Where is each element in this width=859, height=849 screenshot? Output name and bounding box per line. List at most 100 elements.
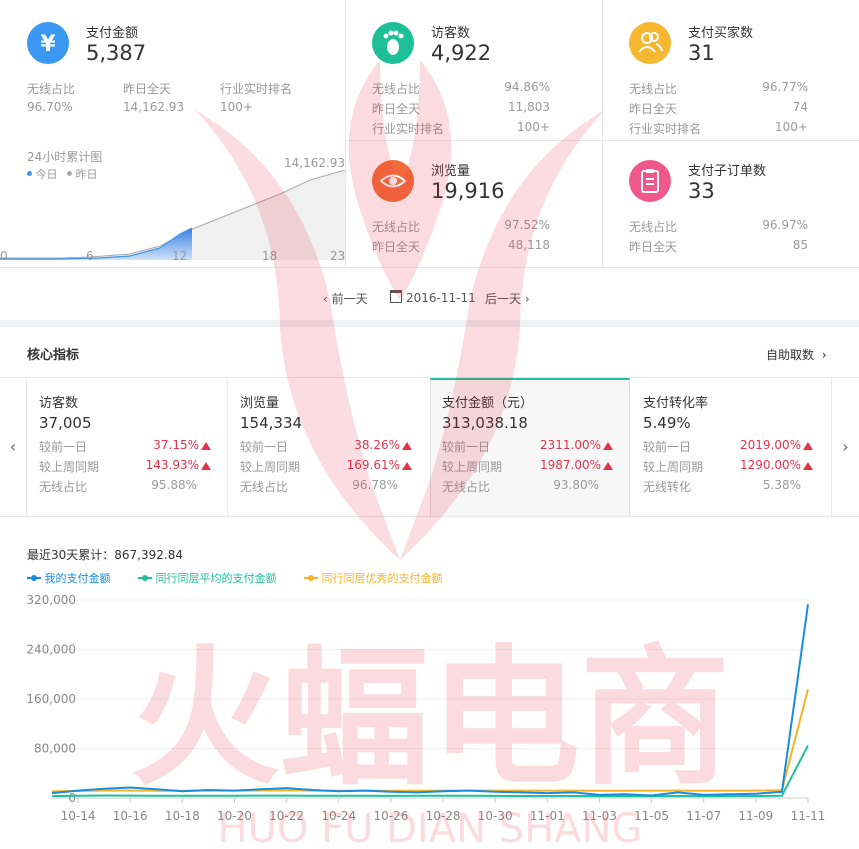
metric-r1-label: 较前一日 xyxy=(442,440,491,454)
section-gap xyxy=(0,320,859,327)
metric-value: 5.49% xyxy=(643,414,691,432)
x-tick-label: 11-05 xyxy=(634,809,669,823)
chart24-xtick: 0 xyxy=(0,249,8,263)
x-tick-label: 11-07 xyxy=(686,809,721,823)
x-tick-label: 10-16 xyxy=(113,809,148,823)
y-tick-label: 0 xyxy=(68,791,76,805)
buyers-label: 支付买家数 xyxy=(688,26,754,41)
y-tick-label: 80,000 xyxy=(34,742,76,756)
divider xyxy=(831,378,832,516)
visitors-wireless-label: 无线占比 xyxy=(372,82,421,96)
metric-r1-label: 较前一日 xyxy=(240,440,289,454)
visitors-rank-value: 100+ xyxy=(517,120,550,134)
pay-rank-value: 100+ xyxy=(220,100,253,114)
carousel-next-button[interactable]: › xyxy=(832,378,859,516)
visitors-value: 4,922 xyxy=(431,41,492,65)
pageviews-wireless-value: 97.52% xyxy=(504,218,550,232)
arrow-up-icon xyxy=(201,442,211,450)
x-tick-label: 10-20 xyxy=(217,809,252,823)
pay-amount-label: 支付金额 xyxy=(86,26,139,41)
metric-r2-label: 较上周同期 xyxy=(643,460,704,474)
x-tick-label: 10-18 xyxy=(165,809,200,823)
chart24-xtick: 18 xyxy=(262,249,278,263)
orders-yesterday-value: 85 xyxy=(792,238,808,252)
metric-card-visitors[interactable]: 访客数 37,005 较前一日 37.15% 较上周同期 143.93% 无线占… xyxy=(27,378,227,516)
metric-r2-label: 较上周同期 xyxy=(442,460,503,474)
metric-card-pay-amount[interactable]: 支付金额（元） 313,038.18 较前一日 2311.00% 较上周同期 1… xyxy=(430,378,630,516)
chart24-xtick: 12 xyxy=(172,249,188,263)
metric-r1-value: 2311.00% xyxy=(501,438,613,452)
metric-r2-value: 169.61% xyxy=(308,458,412,472)
pay-wireless-label: 无线占比 xyxy=(27,82,76,96)
clipboard-icon xyxy=(629,160,671,202)
buyers-wireless-label: 无线占比 xyxy=(629,82,678,96)
orders-value: 33 xyxy=(688,179,715,203)
y-tick-label: 160,000 xyxy=(26,692,76,706)
metric-r1-label: 较前一日 xyxy=(643,440,692,454)
buyers-yesterday-label: 昨日全天 xyxy=(629,102,678,116)
visitors-wireless-value: 94.86% xyxy=(504,80,550,94)
metric-r2-value: 1290.00% xyxy=(701,458,813,472)
metric-r3-value: 96.78% xyxy=(352,478,398,492)
pageviews-yesterday-label: 昨日全天 xyxy=(372,240,421,254)
metric-r1-value: 38.26% xyxy=(308,438,412,452)
x-tick-label: 11-01 xyxy=(530,809,565,823)
chart24-title: 24小时累计图 xyxy=(27,150,103,164)
metric-r3-value: 95.88% xyxy=(151,478,197,492)
arrow-up-icon xyxy=(603,462,613,470)
x-tick-label: 10-28 xyxy=(426,809,461,823)
pay-amount-value: 5,387 xyxy=(86,41,147,65)
x-tick-label: 10-30 xyxy=(478,809,513,823)
footprint-icon xyxy=(372,22,414,64)
metric-card-pageviews[interactable]: 浏览量 154,334 较前一日 38.26% 较上周同期 169.61% 无线… xyxy=(228,378,430,516)
trend-legend: 我的支付金额 同行同层平均的支付金额 同行同层优秀的支付金额 xyxy=(27,570,443,586)
legend-label: 同行同层平均的支付金额 xyxy=(155,572,277,585)
pay-wireless-value: 96.70% xyxy=(27,100,73,114)
x-tick-label: 10-26 xyxy=(373,809,408,823)
next-day-button[interactable]: 后一天 › xyxy=(485,290,530,307)
carousel-prev-button[interactable]: ‹ xyxy=(0,378,26,516)
metric-r1-value: 2019.00% xyxy=(701,438,813,452)
chart24 xyxy=(0,170,345,260)
divider xyxy=(345,140,859,141)
metric-label: 支付金额（元） xyxy=(442,396,534,411)
divider xyxy=(345,0,346,268)
metric-r2-label: 较上周同期 xyxy=(39,460,100,474)
metric-r2-label: 较上周同期 xyxy=(240,460,301,474)
legend-item[interactable]: 同行同层平均的支付金额 xyxy=(138,570,277,586)
series-line xyxy=(51,604,809,797)
pageviews-yesterday-value: 48,118 xyxy=(508,238,550,252)
trend-total-label: 最近30天累计：867,392.84 xyxy=(27,548,183,562)
date-picker[interactable]: 2016-11-11 xyxy=(390,290,476,305)
buyers-yesterday-value: 74 xyxy=(792,100,808,114)
x-tick-label: 11-03 xyxy=(582,809,617,823)
divider xyxy=(602,0,603,268)
pageviews-label: 浏览量 xyxy=(431,164,471,179)
date-navigator: ‹ 前一天 2016-11-11 后一天 › xyxy=(0,268,859,320)
self-fetch-label: 自助取数 xyxy=(766,348,815,362)
prev-day-label: 前一天 xyxy=(331,292,368,306)
series-line xyxy=(51,744,809,798)
metric-card-conversion[interactable]: 支付转化率 5.49% 较前一日 2019.00% 较上周同期 1290.00%… xyxy=(631,378,831,516)
chevron-left-icon: ‹ xyxy=(9,437,17,456)
metric-label: 访客数 xyxy=(39,396,79,411)
prev-day-button[interactable]: ‹ 前一天 xyxy=(323,290,368,307)
legend-label: 同行同层优秀的支付金额 xyxy=(321,572,443,585)
legend-item[interactable]: 同行同层优秀的支付金额 xyxy=(304,570,443,586)
yen-icon: ¥ xyxy=(27,22,69,64)
chart24-peak-label: 14,162.93 xyxy=(284,156,346,170)
calendar-icon xyxy=(390,290,402,303)
metric-value: 37,005 xyxy=(39,414,92,432)
metric-r1-label: 较前一日 xyxy=(39,440,88,454)
metric-r1-value: 37.15% xyxy=(107,438,211,452)
next-day-label: 后一天 xyxy=(485,292,522,306)
self-fetch-link[interactable]: 自助取数 › xyxy=(766,346,827,363)
orders-wireless-label: 无线占比 xyxy=(629,220,678,234)
arrow-up-icon xyxy=(803,462,813,470)
metric-r3-label: 无线占比 xyxy=(442,480,491,494)
metric-value: 313,038.18 xyxy=(442,414,528,432)
legend-item[interactable]: 我的支付金额 xyxy=(27,570,111,586)
visitors-label: 访客数 xyxy=(431,26,471,41)
metric-r2-value: 1987.00% xyxy=(501,458,613,472)
x-tick-label: 10-14 xyxy=(61,809,96,823)
